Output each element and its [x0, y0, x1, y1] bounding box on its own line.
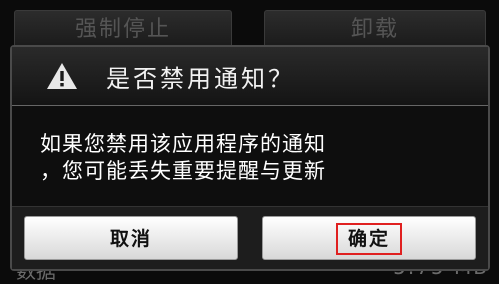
dialog-message: 如果您禁用该应用程序的通知 ，您可能丢失重要提醒与更新: [40, 131, 460, 185]
cancel-button-label: 取消: [109, 228, 152, 250]
ok-button[interactable]: 确定: [262, 216, 476, 260]
message-line-2: ，您可能丢失重要提醒与更新: [40, 159, 326, 183]
force-stop-button[interactable]: 强制停止: [14, 10, 232, 50]
uninstall-button[interactable]: 卸载: [264, 10, 486, 50]
cancel-button[interactable]: 取消: [24, 216, 238, 260]
ok-button-label: 确定: [335, 223, 402, 255]
disable-notifications-dialog: 是否禁用通知？ 如果您禁用该应用程序的通知 ，您可能丢失重要提醒与更新 取消 确…: [10, 45, 490, 271]
message-line-1: 如果您禁用该应用程序的通知: [40, 132, 326, 156]
dialog-header: 是否禁用通知？: [12, 47, 488, 106]
dialog-title: 是否禁用通知？: [106, 65, 295, 93]
dialog-footer: 取消 确定: [12, 206, 488, 269]
warning-icon: [47, 63, 77, 89]
